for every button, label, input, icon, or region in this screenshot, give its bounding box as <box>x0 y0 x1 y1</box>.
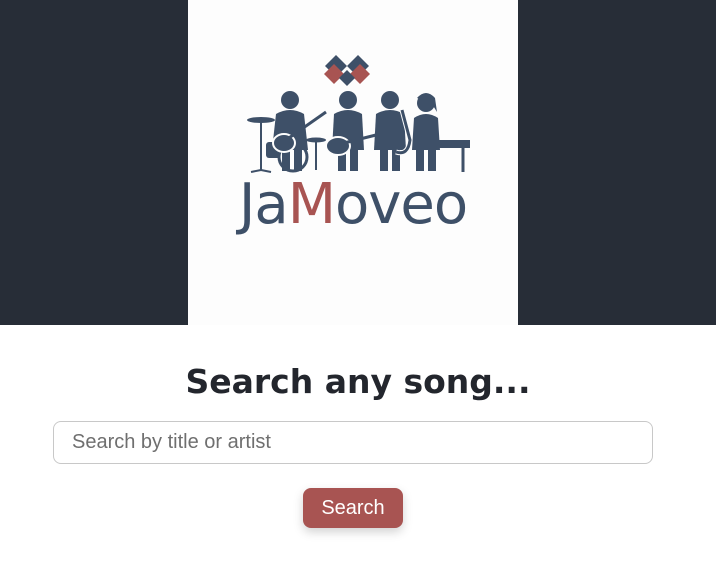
saxophonist-icon <box>374 91 413 171</box>
page-title: Search any song... <box>185 362 531 401</box>
header-banner: JaMoveo <box>0 0 716 325</box>
logo-card: JaMoveo <box>188 0 518 325</box>
search-input[interactable] <box>53 421 653 464</box>
acoustic-guitarist-icon <box>325 91 381 171</box>
brand-wordmark-accent: M <box>288 172 335 237</box>
diamond-emblem-icon <box>324 55 370 86</box>
search-button[interactable]: Search <box>303 488 403 528</box>
brand-wordmark-part1: Ja <box>236 172 288 237</box>
brand-wordmark-part3: oveo <box>335 172 467 237</box>
brand-wordmark: JaMoveo <box>236 172 467 237</box>
jamoveo-logo: JaMoveo <box>236 55 470 237</box>
keyboardist-icon <box>412 93 470 172</box>
